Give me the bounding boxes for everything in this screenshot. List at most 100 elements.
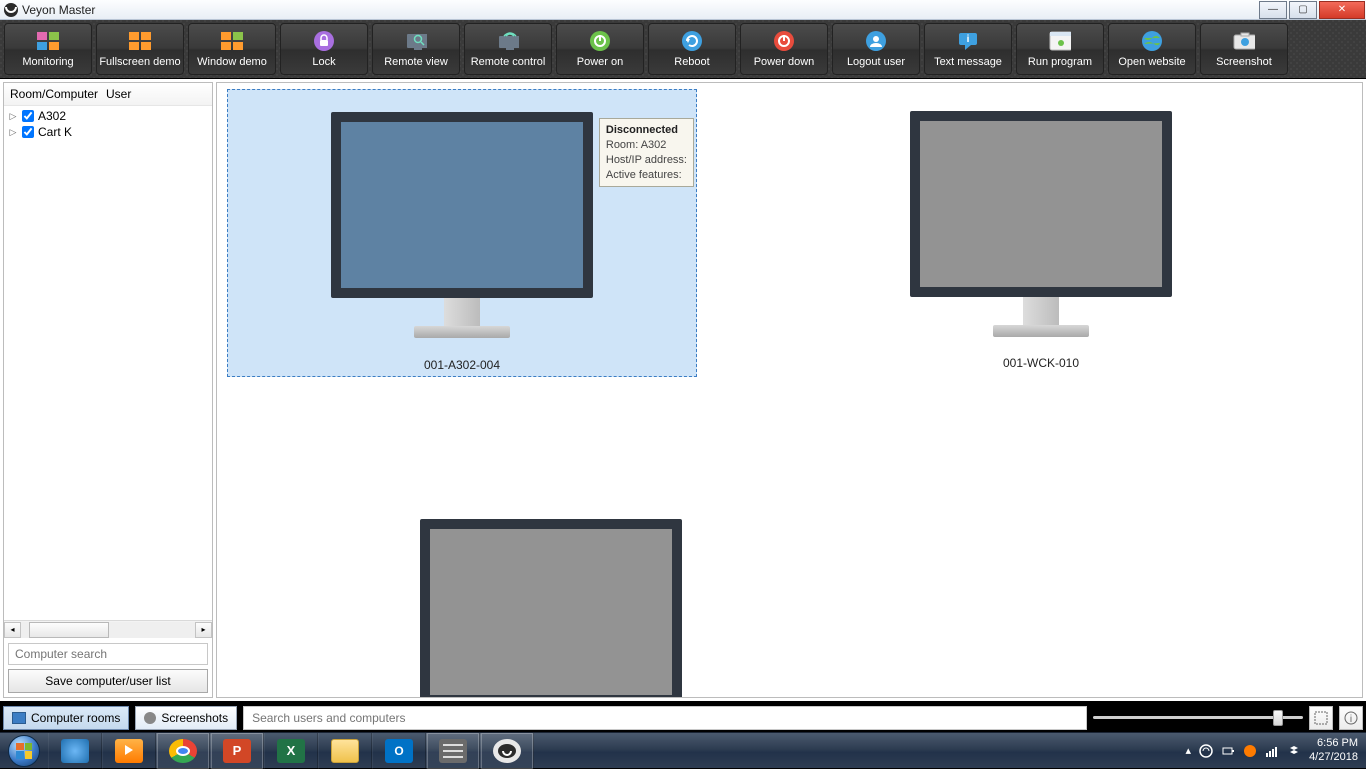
main-toolbar: Monitoring Fullscreen demo Window demo L…: [0, 20, 1366, 79]
monitor-icon: [331, 112, 593, 338]
system-tray[interactable]: ▴ 6:56 PM 4/27/2018: [1186, 737, 1366, 763]
taskbar-app-veyon[interactable]: [480, 733, 534, 769]
computer-tile[interactable]: 001-WCK-010: [817, 89, 1265, 374]
run-icon: [1049, 30, 1071, 52]
tray-up-icon[interactable]: ▴: [1186, 744, 1192, 757]
taskbar-app-ie[interactable]: [48, 733, 102, 769]
toolbar-label: Power on: [577, 56, 623, 68]
start-button[interactable]: [0, 733, 48, 769]
tree-item[interactable]: ▷ A302: [4, 108, 212, 124]
room-tree[interactable]: ▷ A302 ▷ Cart K: [4, 106, 212, 620]
tab-label: Screenshots: [161, 711, 228, 725]
reboot-button[interactable]: Reboot: [648, 23, 736, 75]
monitor-icon: [420, 519, 682, 698]
ie-icon: [61, 739, 89, 763]
tab-label: Computer rooms: [31, 711, 120, 725]
scroll-thumb[interactable]: [29, 622, 109, 638]
reboot-icon: [681, 30, 703, 52]
window-title: Veyon Master: [22, 3, 95, 17]
window-demo-button[interactable]: Window demo: [188, 23, 276, 75]
excel-icon: X: [277, 739, 305, 763]
power-down-icon: [773, 30, 795, 52]
tray-avast-icon[interactable]: [1243, 744, 1257, 758]
computer-tile[interactable]: 001-A302-004 Disconnected Room: A302 Hos…: [227, 89, 697, 377]
expand-arrow-icon[interactable]: ▷: [8, 127, 18, 138]
sidebar-header: Room/Computer User: [4, 83, 212, 106]
monitoring-button[interactable]: Monitoring: [4, 23, 92, 75]
sidebar-col-room[interactable]: Room/Computer: [10, 87, 106, 101]
scroll-left-button[interactable]: ◂: [4, 622, 21, 638]
expand-arrow-icon[interactable]: ▷: [8, 111, 18, 122]
scroll-right-button[interactable]: ▸: [195, 622, 212, 638]
window-titlebar: Veyon Master — ▢ ✕: [0, 0, 1366, 20]
mediaplayer-icon: [115, 739, 143, 763]
taskbar-app-excel[interactable]: X: [264, 733, 318, 769]
taskbar-app-outlook[interactable]: O: [372, 733, 426, 769]
fullscreen-demo-button[interactable]: Fullscreen demo: [96, 23, 184, 75]
logout-user-button[interactable]: Logout user: [832, 23, 920, 75]
tray-network-icon[interactable]: [1265, 744, 1279, 758]
remote-view-icon: [405, 30, 427, 52]
text-message-button[interactable]: i Text message: [924, 23, 1012, 75]
room-checkbox[interactable]: [22, 126, 34, 138]
tiles-orange-icon: [129, 30, 151, 52]
lock-icon: [313, 30, 335, 52]
computer-rooms-tab[interactable]: Computer rooms: [3, 706, 129, 730]
power-on-button[interactable]: Power on: [556, 23, 644, 75]
taskbar-app-powerpoint[interactable]: P: [210, 733, 264, 769]
toolbar-label: Fullscreen demo: [99, 56, 180, 68]
computer-canvas[interactable]: 001-A302-004 Disconnected Room: A302 Hos…: [216, 82, 1363, 698]
global-search-input[interactable]: [243, 706, 1087, 730]
taskbar-app-mediaplayer[interactable]: [102, 733, 156, 769]
screenshots-tab[interactable]: Screenshots: [135, 706, 237, 730]
sidebar-col-user[interactable]: User: [106, 87, 131, 101]
remote-control-button[interactable]: Remote control: [464, 23, 552, 75]
lock-button[interactable]: Lock: [280, 23, 368, 75]
zoom-slider[interactable]: [1093, 706, 1303, 730]
toolbar-label: Open website: [1118, 56, 1185, 68]
computer-search-input[interactable]: [8, 643, 208, 665]
tooltip-line: Host/IP address:: [606, 154, 687, 166]
tray-sync-icon[interactable]: [1199, 744, 1213, 758]
tooltip-title: Disconnected: [606, 124, 678, 136]
run-program-button[interactable]: Run program: [1016, 23, 1104, 75]
fit-view-button[interactable]: [1309, 706, 1333, 730]
svg-text:i: i: [967, 34, 970, 45]
tooltip-line: Room: A302: [606, 139, 667, 151]
power-down-button[interactable]: Power down: [740, 23, 828, 75]
sidebar-hscroll[interactable]: ◂ ▸: [4, 620, 212, 638]
open-website-button[interactable]: Open website: [1108, 23, 1196, 75]
screenshot-button[interactable]: Screenshot: [1200, 23, 1288, 75]
tree-item[interactable]: ▷ Cart K: [4, 124, 212, 140]
remote-view-button[interactable]: Remote view: [372, 23, 460, 75]
windows-logo-icon: [8, 735, 40, 767]
sidebar: Room/Computer User ▷ A302 ▷ Cart K ◂ ▸ S…: [3, 82, 213, 698]
folder-icon: [331, 739, 359, 763]
workspace: Room/Computer User ▷ A302 ▷ Cart K ◂ ▸ S…: [0, 79, 1366, 701]
window-controls: — ▢ ✕: [1258, 1, 1366, 19]
taskbar-app-veyon-config[interactable]: [426, 733, 480, 769]
scroll-track[interactable]: [21, 622, 195, 638]
clock-time: 6:56 PM: [1309, 737, 1358, 750]
save-list-button[interactable]: Save computer/user list: [8, 669, 208, 693]
taskbar-app-explorer[interactable]: [318, 733, 372, 769]
close-button[interactable]: ✕: [1319, 1, 1365, 19]
outlook-icon: O: [385, 739, 413, 763]
minimize-button[interactable]: —: [1259, 1, 1287, 19]
svg-text:i: i: [1350, 714, 1352, 725]
toolbar-label: Screenshot: [1216, 56, 1272, 68]
toolbar-label: Run program: [1028, 56, 1092, 68]
tray-dropbox-icon[interactable]: [1287, 744, 1301, 758]
tree-item-label: Cart K: [38, 125, 72, 139]
info-button[interactable]: i: [1339, 706, 1363, 730]
slider-thumb[interactable]: [1273, 710, 1283, 726]
taskbar-app-chrome[interactable]: [156, 733, 210, 769]
tray-battery-icon[interactable]: [1221, 744, 1235, 758]
taskbar-clock[interactable]: 6:56 PM 4/27/2018: [1309, 737, 1358, 763]
toolbar-label: Lock: [312, 56, 335, 68]
computer-tile[interactable]: 001-WCK-015: [327, 497, 775, 698]
monitor-icon: [910, 111, 1172, 337]
toolbar-label: Text message: [934, 56, 1002, 68]
maximize-button[interactable]: ▢: [1289, 1, 1317, 19]
room-checkbox[interactable]: [22, 110, 34, 122]
